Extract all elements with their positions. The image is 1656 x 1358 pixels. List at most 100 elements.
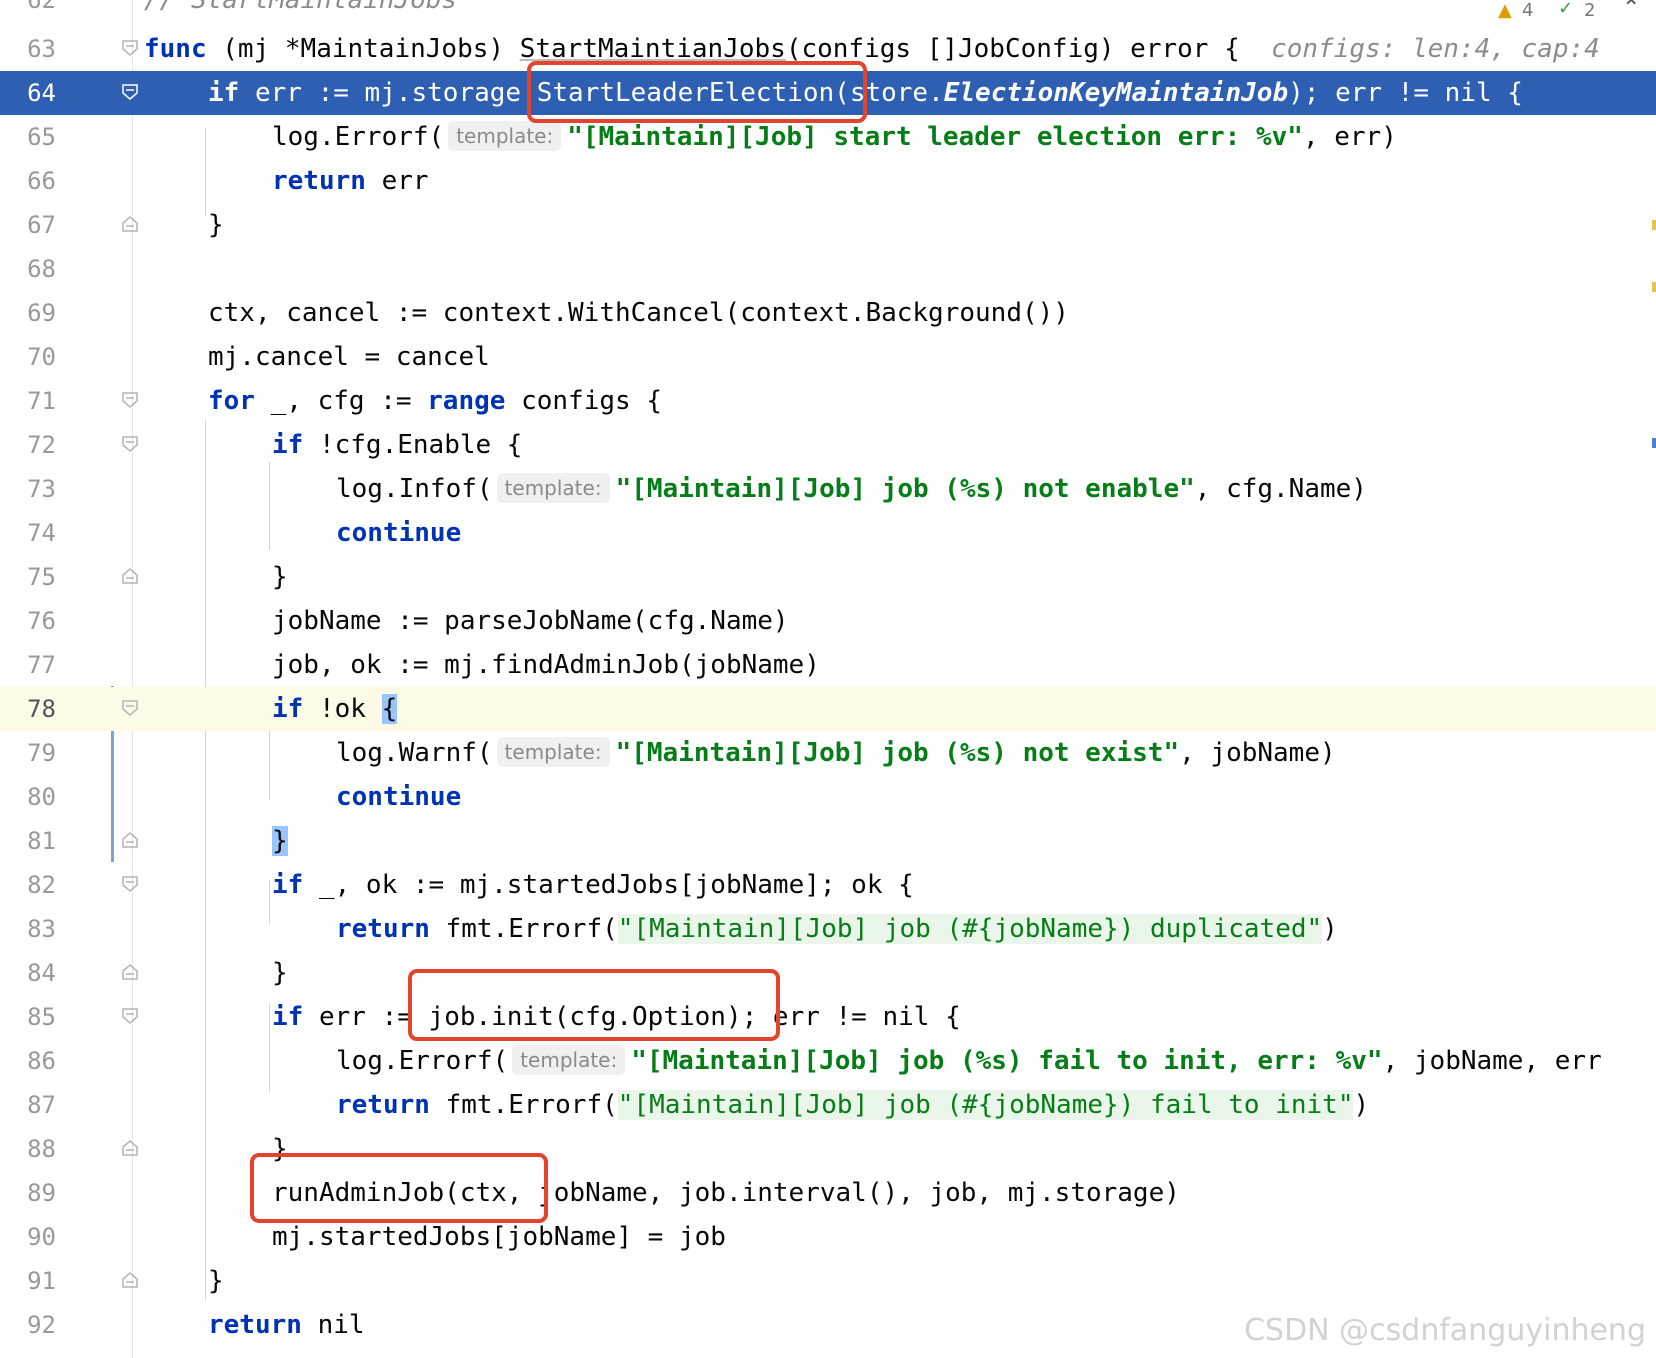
parameter-hint: template:: [512, 1045, 626, 1075]
fold-open-icon[interactable]: [121, 1007, 139, 1025]
code-editor[interactable]: 62 // StartMaintainJobs 63 func (mj *Mai…: [0, 0, 1656, 1358]
fold-open-icon[interactable]: [121, 391, 139, 409]
keyword: return: [208, 1310, 302, 1340]
code-text: if !cfg.Enable {: [272, 423, 522, 467]
line-number: 68: [27, 255, 56, 283]
scrollbar-marker[interactable]: [1652, 282, 1656, 292]
line-number: 76: [27, 607, 56, 635]
code-text: mj.cancel = cancel: [208, 342, 490, 372]
code-line[interactable]: 89 runAdminJob(ctx, jobName, job.interva…: [0, 1171, 1656, 1215]
code-line[interactable]: 68: [0, 247, 1656, 291]
line-number: 72: [27, 431, 56, 459]
code-line[interactable]: 87 return fmt.Errorf("[Maintain][Job] jo…: [0, 1083, 1656, 1127]
warning-count: 4: [1522, 0, 1534, 21]
line-number: 91: [27, 1267, 56, 1295]
code-token: (configs []JobConfig) error {: [785, 34, 1240, 64]
line-number: 81: [27, 827, 56, 855]
raw-string-literal: "[Maintain][Job] job (#{jobName}) duplic…: [617, 914, 1323, 944]
keyword: continue: [336, 518, 462, 548]
line-number: 92: [27, 1311, 56, 1339]
line-number: 75: [27, 563, 56, 591]
code-line[interactable]: 63 func (mj *MaintainJobs) StartMaintian…: [0, 27, 1656, 71]
fold-close-icon[interactable]: [121, 215, 139, 233]
code-token: err := mj.storage: [239, 78, 522, 108]
code-line[interactable]: 80 continue: [0, 775, 1656, 819]
line-number: 79: [27, 739, 56, 767]
code-line[interactable]: 74 continue: [0, 511, 1656, 555]
parameter-hint: template:: [496, 473, 610, 503]
fold-close-icon[interactable]: [121, 963, 139, 981]
keyword: if: [272, 1002, 304, 1032]
string-literal: "[Maintain][Job] job (%s) not enable": [615, 474, 1195, 504]
code-line[interactable]: 65 log.Errorf(template: "[Maintain][Job] …: [0, 115, 1656, 159]
fold-open-icon[interactable]: [121, 83, 139, 101]
check-count: 2: [1584, 0, 1596, 21]
line-number: 67: [27, 211, 56, 239]
scrollbar-marker[interactable]: [1652, 220, 1656, 230]
line-number: 74: [27, 519, 56, 547]
code-token: ): [1353, 1090, 1370, 1120]
fold-open-icon[interactable]: [121, 875, 139, 893]
keyword: if: [208, 78, 240, 108]
code-line[interactable]: 75 }: [0, 555, 1656, 599]
fold-close-icon[interactable]: [121, 1271, 139, 1289]
code-token: , jobName, err: [1382, 1046, 1602, 1076]
fold-open-icon[interactable]: [121, 435, 139, 453]
code-line[interactable]: 79 log.Warnf(template: "[Maintain][Job] j…: [0, 731, 1656, 775]
code-text: if err := mj.storage.StartLeaderElection…: [208, 71, 1523, 115]
code-line-current[interactable]: 78 if !ok {: [0, 687, 1656, 731]
warning-icon[interactable]: ▲: [1498, 0, 1512, 21]
code-line[interactable]: 62 // StartMaintainJobs: [0, 0, 1656, 22]
fold-close-icon[interactable]: [121, 831, 139, 849]
code-line[interactable]: 67 }: [0, 203, 1656, 247]
code-line[interactable]: 81 }: [0, 819, 1656, 863]
keyword: if: [272, 430, 304, 460]
code-line[interactable]: 70 mj.cancel = cancel: [0, 335, 1656, 379]
code-line[interactable]: 86 log.Errorf(template: "[Maintain][Job] …: [0, 1039, 1656, 1083]
code-line[interactable]: 73 log.Infof(template: "[Maintain][Job] j…: [0, 467, 1656, 511]
fold-close-icon[interactable]: [121, 567, 139, 585]
keyword: if: [272, 694, 304, 724]
fold-open-icon[interactable]: [121, 699, 139, 717]
fold-open-icon[interactable]: [121, 39, 139, 57]
code-line[interactable]: 91 }: [0, 1259, 1656, 1303]
code-text: log.Warnf(template: "[Maintain][Job] job …: [336, 731, 1336, 775]
code-line[interactable]: 82 if _, ok := mj.startedJobs[jobName]; …: [0, 863, 1656, 907]
code-line[interactable]: 90 mj.startedJobs[jobName] = job: [0, 1215, 1656, 1259]
code-line[interactable]: 83 return fmt.Errorf("[Maintain][Job] jo…: [0, 907, 1656, 951]
code-line[interactable]: 72 if !cfg.Enable {: [0, 423, 1656, 467]
inspection-widget[interactable]: ▲ 4 ✓ 2 ⌃: [1476, 0, 1656, 26]
code-token: log.Errorf(: [272, 122, 445, 152]
code-token: fmt.Errorf(: [429, 1090, 618, 1120]
line-number: 88: [27, 1135, 56, 1163]
code-text: ctx, cancel := context.WithCancel(contex…: [208, 298, 1069, 328]
code-line[interactable]: 71 for _, cfg := range configs {: [0, 379, 1656, 423]
line-number: 80: [27, 783, 56, 811]
code-token: !cfg.Enable {: [303, 430, 523, 460]
code-line[interactable]: 66 return err: [0, 159, 1656, 203]
scrollbar-marker[interactable]: [1652, 438, 1656, 448]
raw-string-literal: "[Maintain][Job] job (#{jobName}) fail t…: [617, 1090, 1354, 1120]
line-number: 69: [27, 299, 56, 327]
code-token: _, cfg :=: [254, 386, 428, 416]
string-literal: "[Maintain][Job] job (%s) not exist": [615, 738, 1180, 768]
function-name: StartMaintianJobs: [519, 34, 786, 64]
code-line[interactable]: 76 jobName := parseJobName(cfg.Name): [0, 599, 1656, 643]
check-icon[interactable]: ✓: [1558, 0, 1573, 19]
code-line[interactable]: 69 ctx, cancel := context.WithCancel(con…: [0, 291, 1656, 335]
parameter-hint: template:: [448, 121, 562, 151]
code-token: _, ok := mj.startedJobs[jobName]; ok {: [303, 870, 914, 900]
code-text: continue: [336, 511, 461, 555]
code-text: job, ok := mj.findAdminJob(jobName): [272, 650, 820, 680]
line-number: 62: [27, 0, 56, 14]
line-number: 84: [27, 959, 56, 987]
parameter-hint: template:: [496, 737, 610, 767]
code-line[interactable]: 77 job, ok := mj.findAdminJob(jobName): [0, 643, 1656, 687]
code-line-selected[interactable]: 64 if err := mj.storage.StartLeaderElect…: [0, 71, 1656, 115]
chevron-up-icon[interactable]: ⌃: [1622, 0, 1640, 21]
code-line[interactable]: 88 }: [0, 1127, 1656, 1171]
keyword: if: [272, 870, 304, 900]
code-line[interactable]: 84 }: [0, 951, 1656, 995]
fold-close-icon[interactable]: [121, 1139, 139, 1157]
code-line[interactable]: 85 if err := job.init(cfg.Option); err !…: [0, 995, 1656, 1039]
